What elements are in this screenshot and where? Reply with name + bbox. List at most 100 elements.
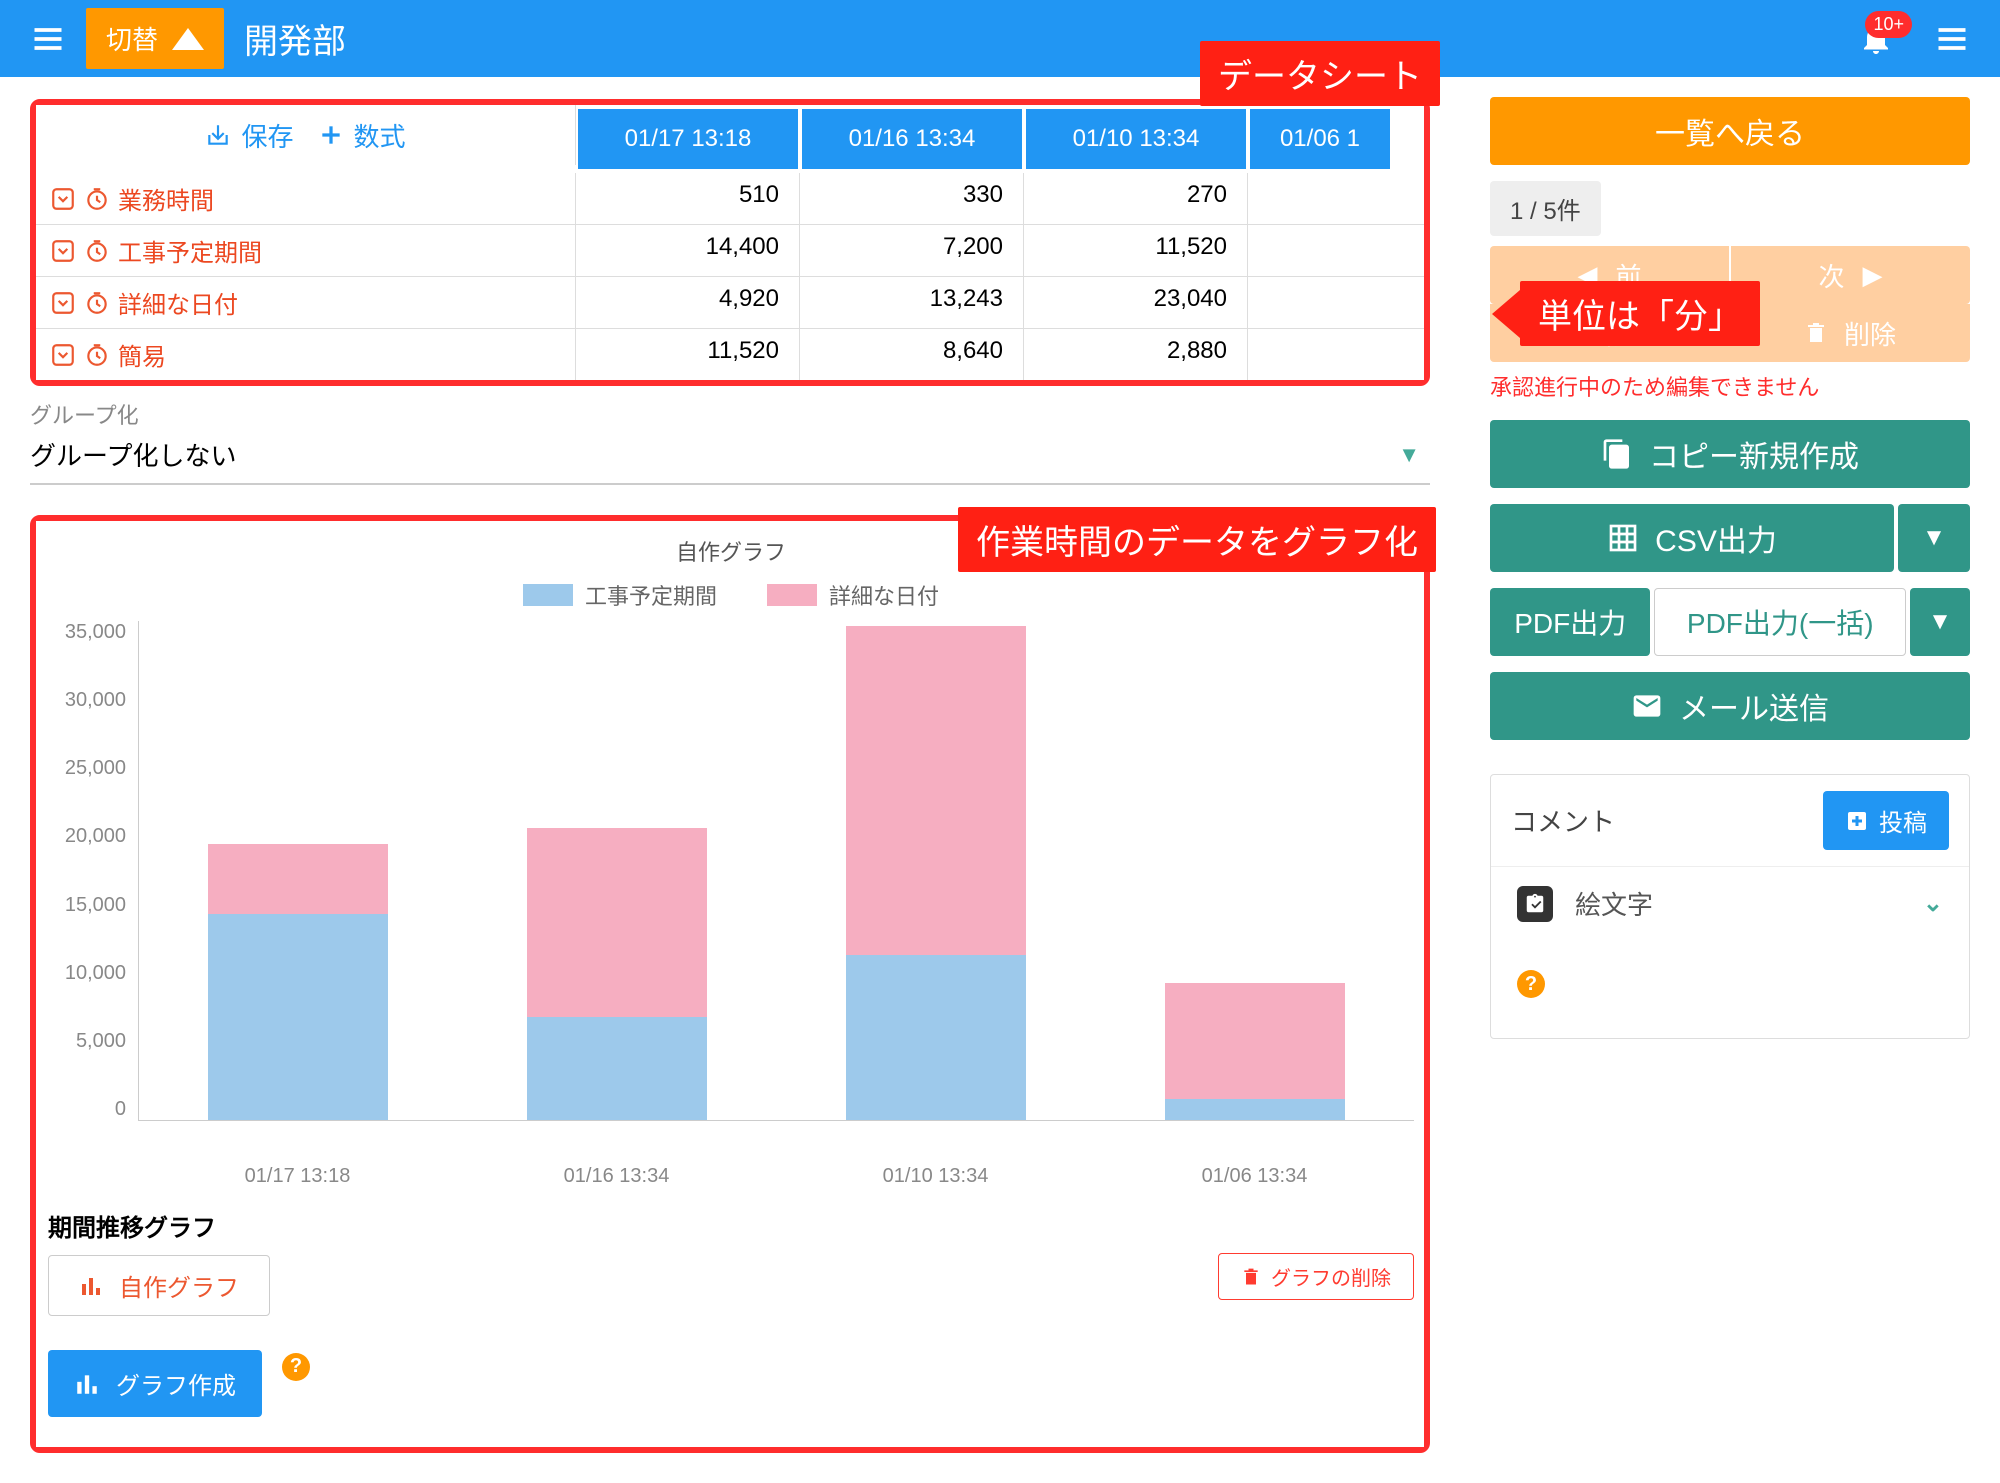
back-label: 一覧へ戻る — [1655, 109, 1805, 153]
create-graph-label: グラフ作成 — [116, 1366, 236, 1401]
col-header-0[interactable]: 01/17 13:18 — [578, 109, 798, 169]
mail-button[interactable]: メール送信 — [1490, 672, 1970, 740]
header-left: 切替 開発部 — [30, 8, 346, 69]
group-select[interactable]: グループ化しない ▼ — [30, 430, 1430, 485]
department-name: 開発部 — [244, 14, 346, 63]
bar-group — [1145, 983, 1365, 1120]
bar-group — [826, 626, 1046, 1120]
switch-button[interactable]: 切替 — [86, 8, 224, 69]
cell[interactable]: 270 — [1024, 173, 1248, 224]
bar-segment-pink — [208, 844, 388, 914]
save-button[interactable]: 保存 — [205, 117, 293, 154]
cell[interactable]: 7,200 — [800, 225, 1024, 276]
clock-icon — [84, 186, 110, 212]
table-row: 詳細な日付 4,920 13,243 23,040 — [36, 277, 1424, 329]
next-button[interactable]: 次 ▶ — [1731, 246, 1970, 304]
self-graph-label: 自作グラフ — [119, 1268, 239, 1303]
dropdown-icon[interactable] — [50, 186, 76, 212]
create-graph-button[interactable]: グラフ作成 — [48, 1350, 262, 1417]
delete-button[interactable]: 削除 — [1730, 304, 1970, 362]
legend-swatch-blue — [523, 584, 573, 606]
switch-label: 切替 — [106, 20, 158, 57]
pdf-batch-button[interactable]: PDF出力(一括) — [1654, 588, 1906, 656]
header-right: 10+ — [1858, 21, 1970, 57]
group-value: グループ化しない — [30, 436, 236, 473]
back-button[interactable]: 一覧へ戻る — [1490, 97, 1970, 165]
dropdown-icon[interactable] — [50, 290, 76, 316]
chevron-down-icon: ⌄ — [1923, 889, 1943, 918]
y-axis: 35,000 30,000 25,000 20,000 15,000 10,00… — [48, 621, 138, 1151]
warn-text: 承認進行中のため編集できません — [1490, 370, 1970, 402]
clock-icon — [84, 238, 110, 264]
cell[interactable]: 2,880 — [1024, 329, 1248, 380]
col-header-1[interactable]: 01/16 13:34 — [802, 109, 1022, 169]
bar-segment-pink — [1165, 983, 1345, 1100]
col-header-3[interactable]: 01/06 1 — [1250, 109, 1390, 169]
cell-empty[interactable] — [1248, 329, 1408, 380]
legend-label-1: 詳細な日付 — [829, 579, 939, 611]
dropdown-icon[interactable] — [50, 342, 76, 368]
cell[interactable]: 11,520 — [1024, 225, 1248, 276]
pdf-button[interactable]: PDF出力 — [1490, 588, 1650, 656]
row-label: 詳細な日付 — [118, 285, 238, 320]
col-header-2[interactable]: 01/10 13:34 — [1026, 109, 1246, 169]
caret-down-icon: ▼ — [1398, 442, 1420, 468]
notifications[interactable]: 10+ — [1858, 21, 1894, 57]
dropdown-icon[interactable] — [50, 238, 76, 264]
bar-segment-pink — [846, 626, 1026, 955]
chart-plot: 35,000 30,000 25,000 20,000 15,000 10,00… — [48, 621, 1414, 1151]
pdf-dropdown[interactable]: ▼ — [1910, 588, 1970, 656]
cell-empty[interactable] — [1248, 277, 1408, 328]
sheet-toolbar: 保存 数式 — [36, 105, 576, 165]
notification-badge: 10+ — [1865, 11, 1912, 38]
post-label: 投稿 — [1879, 803, 1927, 838]
menu-icon-right[interactable] — [1934, 21, 1970, 57]
datasheet: 保存 数式 01/17 13:18 01/16 13:34 01/10 13:3… — [36, 105, 1424, 380]
help-icon[interactable]: ? — [1517, 970, 1545, 998]
bar-segment-blue — [1165, 1099, 1345, 1120]
clock-icon — [84, 342, 110, 368]
callout-datasheet: データシート — [1200, 41, 1440, 106]
x-label: 01/16 13:34 — [507, 1165, 727, 1188]
cell[interactable]: 11,520 — [576, 329, 800, 380]
help-icon[interactable]: ? — [282, 1353, 310, 1381]
x-label: 01/06 13:34 — [1145, 1165, 1365, 1188]
emoji-row[interactable]: 絵文字 ⌄ — [1491, 866, 1969, 940]
bar-segment-blue — [208, 914, 388, 1120]
csv-button[interactable]: CSV出力 — [1490, 504, 1894, 572]
cell[interactable]: 23,040 — [1024, 277, 1248, 328]
period-graph-label: 期間推移グラフ — [48, 1208, 1414, 1243]
comment-section: コメント 投稿 絵文字 ⌄ ? — [1490, 774, 1970, 1039]
post-button[interactable]: 投稿 — [1823, 791, 1949, 850]
table-row: 工事予定期間 14,400 7,200 11,520 — [36, 225, 1424, 277]
delete-graph-label: グラフの削除 — [1271, 1262, 1391, 1291]
chart-outline: 自作グラフ 工事予定期間 詳細な日付 35,000 30,000 25,000 … — [30, 515, 1430, 1453]
bar-segment-blue — [527, 1017, 707, 1120]
app-header: 切替 開発部 10+ — [0, 0, 2000, 77]
cell[interactable]: 510 — [576, 173, 800, 224]
cell[interactable]: 14,400 — [576, 225, 800, 276]
clock-icon — [84, 290, 110, 316]
cell-empty[interactable] — [1248, 173, 1408, 224]
formula-label: 数式 — [354, 117, 406, 154]
cell-empty[interactable] — [1248, 225, 1408, 276]
cell[interactable]: 13,243 — [800, 277, 1024, 328]
group-label: グループ化 — [30, 398, 1430, 430]
chart-legend: 工事予定期間 詳細な日付 — [48, 579, 1414, 611]
chevron-right-icon: ▶ — [1863, 260, 1883, 291]
cell[interactable]: 330 — [800, 173, 1024, 224]
cell[interactable]: 4,920 — [576, 277, 800, 328]
copy-new-button[interactable]: コピー新規作成 — [1490, 420, 1970, 488]
cell[interactable]: 8,640 — [800, 329, 1024, 380]
formula-button[interactable]: 数式 — [318, 117, 406, 154]
menu-icon[interactable] — [30, 21, 66, 57]
main-area: データシート 保存 数式 — [0, 77, 1460, 1483]
row-label: 業務時間 — [118, 181, 214, 216]
datasheet-outline: 保存 数式 01/17 13:18 01/16 13:34 01/10 13:3… — [30, 99, 1430, 386]
csv-dropdown[interactable]: ▼ — [1898, 504, 1970, 572]
legend-swatch-pink — [767, 584, 817, 606]
next-label: 次 — [1818, 257, 1844, 294]
delete-graph-button[interactable]: グラフの削除 — [1218, 1253, 1414, 1300]
callout-unit: 単位は「分」 — [1520, 281, 1760, 346]
self-graph-button[interactable]: 自作グラフ — [48, 1255, 270, 1316]
